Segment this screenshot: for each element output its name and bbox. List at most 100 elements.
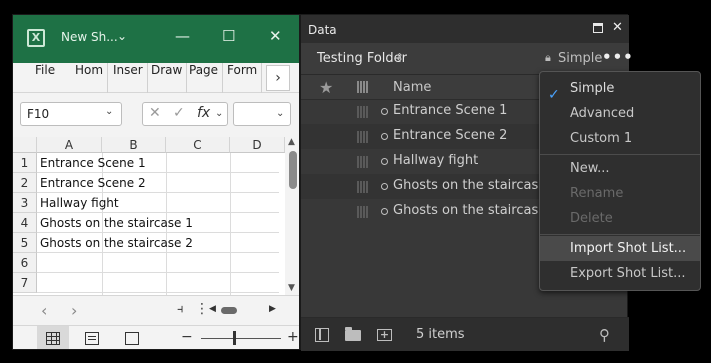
ribbon-tabs: File Hom Inser Draw Page Form › bbox=[13, 63, 299, 93]
scroll-up-icon[interactable]: ▲ bbox=[288, 137, 295, 147]
title-chevron-down-icon[interactable]: ⌄ bbox=[117, 29, 127, 43]
folder-updown-icon[interactable]: ⇕ bbox=[395, 51, 404, 64]
lock-icon: 🔒︎ bbox=[545, 51, 551, 64]
barcode-icon[interactable] bbox=[357, 81, 369, 93]
menu-item-export-shot-list[interactable]: Export Shot List... bbox=[540, 261, 700, 286]
barcode-icon bbox=[357, 206, 369, 218]
vertical-scroll-thumb[interactable] bbox=[289, 151, 297, 189]
close-icon[interactable]: ✕ bbox=[612, 20, 623, 35]
row-header[interactable]: 3 bbox=[13, 193, 37, 213]
tab-formulas[interactable]: Form bbox=[223, 63, 263, 93]
next-sheet-icon[interactable]: › bbox=[71, 301, 77, 320]
tab-file[interactable]: File bbox=[31, 63, 59, 93]
menu-item-custom-1[interactable]: Custom 1 bbox=[540, 126, 700, 151]
grid-view-icon bbox=[46, 332, 60, 345]
page-layout-line bbox=[88, 339, 96, 340]
spreadsheet-grid[interactable]: A B C D 1 Entrance Scene 1 2 Entrance Sc… bbox=[13, 137, 285, 295]
horizontal-scroll-thumb[interactable] bbox=[221, 307, 237, 314]
formula-input[interactable]: ⌄ bbox=[233, 102, 291, 126]
barcode-icon bbox=[357, 181, 369, 193]
more-menu-icon[interactable]: ••• bbox=[602, 48, 634, 66]
menu-item-import-shot-list[interactable]: Import Shot List... bbox=[540, 236, 700, 261]
normal-view-button[interactable] bbox=[37, 326, 69, 349]
cell-a5[interactable]: Ghosts on the staircase 2 bbox=[37, 233, 279, 253]
barcode-icon bbox=[357, 131, 369, 143]
cell-a3[interactable]: Hallway fight bbox=[37, 193, 279, 213]
page-layout-view-icon[interactable] bbox=[85, 332, 99, 345]
menu-item-delete: Delete bbox=[570, 211, 613, 226]
view-options-menu: ✓ Simple Advanced Custom 1 New... Rename… bbox=[539, 71, 701, 291]
close-icon[interactable]: ✕ bbox=[269, 27, 282, 45]
item-name: Entrance Scene 1 bbox=[393, 103, 508, 118]
cell-a1[interactable]: Entrance Scene 1 bbox=[37, 153, 279, 173]
cell-a4[interactable]: Ghosts on the staircase 1 bbox=[37, 213, 279, 233]
select-all-corner[interactable] bbox=[13, 137, 37, 153]
confirm-check-icon[interactable]: ✓ bbox=[173, 105, 185, 121]
cancel-x-icon[interactable]: ✕ bbox=[149, 105, 161, 121]
menu-item-rename: Rename bbox=[570, 186, 624, 201]
page-break-view-icon[interactable] bbox=[125, 332, 139, 345]
search-icon[interactable]: ⚲ bbox=[599, 326, 610, 344]
workbook-title[interactable]: New Sh... bbox=[61, 30, 118, 44]
barcode-icon bbox=[357, 106, 369, 118]
sheet-navigation-bar: ‹ › ⫞ ⋮ ◀ ▶ bbox=[13, 295, 299, 325]
maximize-icon[interactable]: ☐ bbox=[222, 27, 235, 45]
row-header[interactable]: 2 bbox=[13, 173, 37, 193]
item-name: Entrance Scene 2 bbox=[393, 128, 508, 143]
scroll-down-icon[interactable]: ▼ bbox=[288, 283, 295, 293]
zoom-slider-thumb[interactable] bbox=[233, 331, 236, 345]
zoom-slider[interactable] bbox=[201, 338, 281, 339]
row-header[interactable]: 7 bbox=[13, 273, 37, 293]
row-header[interactable]: 4 bbox=[13, 213, 37, 233]
prev-sheet-icon[interactable]: ‹ bbox=[41, 301, 47, 320]
star-icon[interactable]: ★ bbox=[319, 78, 333, 97]
barcode-icon bbox=[357, 156, 369, 168]
row-header[interactable]: 6 bbox=[13, 253, 37, 273]
menu-item-new[interactable]: New... bbox=[540, 156, 700, 181]
sidebar-toggle-icon[interactable] bbox=[315, 328, 329, 342]
zoom-in-icon[interactable]: + bbox=[287, 329, 299, 345]
column-header-c[interactable]: C bbox=[166, 137, 230, 153]
namebox-chevron-down-icon[interactable]: ⌄ bbox=[105, 106, 113, 117]
scroll-left-icon[interactable]: ◀ bbox=[209, 304, 216, 314]
scroll-right-icon[interactable]: ▶ bbox=[269, 304, 276, 314]
cell-a6[interactable] bbox=[37, 253, 279, 273]
item-name: Ghosts on the staircase 1 bbox=[393, 178, 559, 193]
folder-icon[interactable] bbox=[345, 327, 361, 341]
column-header-b[interactable]: B bbox=[102, 137, 166, 153]
column-header-name[interactable]: Name bbox=[393, 80, 431, 95]
fx-chevron-down-icon[interactable]: ⌄ bbox=[215, 108, 223, 119]
tab-home[interactable]: Hom bbox=[71, 63, 109, 93]
page-layout-line bbox=[88, 336, 96, 337]
more-options-icon[interactable]: ⋮ bbox=[195, 301, 209, 317]
item-name: Ghosts on the staircase 2 bbox=[393, 203, 559, 218]
folder-tab bbox=[345, 327, 352, 330]
cell-a7[interactable] bbox=[37, 273, 279, 293]
sidebar-divider bbox=[319, 329, 321, 340]
ribbon-more-button[interactable]: › bbox=[266, 65, 290, 91]
excel-logo-icon: X bbox=[27, 29, 45, 47]
minimize-icon[interactable]: — bbox=[175, 27, 190, 45]
row-header[interactable]: 5 bbox=[13, 233, 37, 253]
column-header-d[interactable]: D bbox=[230, 137, 285, 153]
panel-title: Data bbox=[308, 23, 337, 37]
folder-selector[interactable]: Testing Folder bbox=[317, 51, 407, 66]
split-handle-icon[interactable]: ⫞ bbox=[177, 302, 184, 317]
menu-item-simple[interactable]: ✓ Simple bbox=[540, 76, 700, 103]
zoom-out-icon[interactable]: − bbox=[181, 329, 193, 345]
tab-insert[interactable]: Inser bbox=[109, 63, 148, 93]
vertical-scrollbar[interactable]: ▲ ▼ bbox=[285, 137, 299, 295]
view-mode-label[interactable]: Simple bbox=[558, 51, 602, 66]
cell-a2[interactable]: Entrance Scene 2 bbox=[37, 173, 279, 193]
column-header-a[interactable]: A bbox=[37, 137, 102, 153]
status-dot-icon bbox=[381, 108, 388, 115]
tab-draw[interactable]: Draw bbox=[147, 63, 188, 93]
row-header[interactable]: 1 bbox=[13, 153, 37, 173]
maximize-icon[interactable] bbox=[593, 23, 603, 33]
menu-item-advanced[interactable]: Advanced bbox=[540, 101, 700, 126]
status-dot-icon bbox=[381, 133, 388, 140]
insert-function-icon[interactable]: fx bbox=[197, 105, 210, 121]
tab-page-layout[interactable]: Page bbox=[185, 63, 224, 93]
formula-chevron-down-icon[interactable]: ⌄ bbox=[276, 108, 284, 119]
new-folder-icon[interactable]: + bbox=[377, 329, 392, 341]
